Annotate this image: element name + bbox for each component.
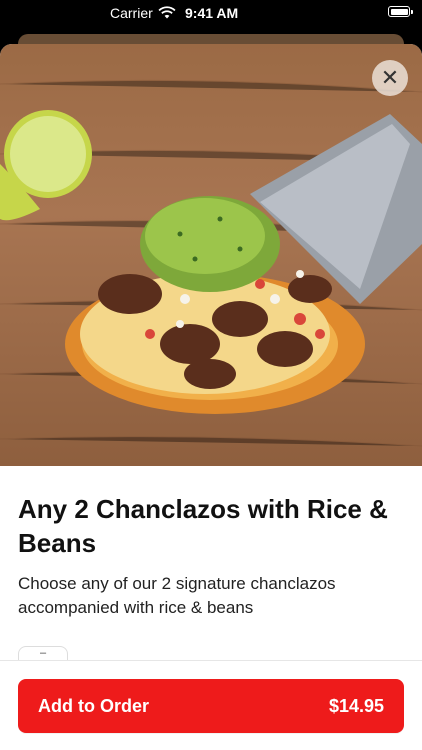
status-bar: Carrier 9:41 AM — [0, 0, 422, 30]
carrier-label: Carrier — [110, 5, 153, 21]
close-icon: ✕ — [380, 65, 400, 90]
clock: 9:41 AM — [185, 5, 239, 21]
item-title: Any 2 Chanclazos with Rice & Beans — [18, 494, 388, 558]
item-description: Choose any of our 2 signature chanclazos… — [18, 574, 336, 617]
battery-icon — [388, 6, 413, 17]
wifi-icon — [158, 6, 176, 22]
minus-icon: – — [39, 647, 47, 659]
item-detail-sheet: ✕ Any 2 Chanclazos with Rice & Beans Cho… — [0, 44, 422, 750]
add-to-order-label: Add to Order — [38, 695, 149, 716]
add-to-order-button[interactable]: Add to Order $14.95 — [18, 679, 404, 733]
item-photo: ✕ — [0, 44, 422, 466]
item-info: Any 2 Chanclazos with Rice & Beans Choos… — [18, 492, 408, 620]
bottom-action-bar: Add to Order $14.95 — [0, 660, 422, 750]
order-price: $14.95 — [328, 695, 384, 716]
close-button[interactable]: ✕ — [372, 60, 408, 96]
